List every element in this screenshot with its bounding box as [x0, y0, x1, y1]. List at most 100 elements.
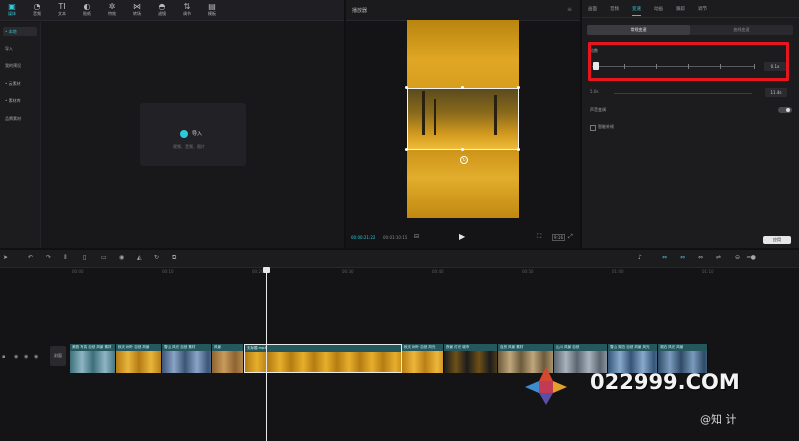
- timeline-clip[interactable]: 夜景 灯光 城市: [444, 344, 498, 373]
- timeline-clip[interactable]: 风景: [212, 344, 244, 373]
- track-eye-icon[interactable]: ◉: [24, 354, 28, 360]
- side-nav-item[interactable]: 品牌素材: [3, 114, 37, 123]
- tab-normal-speed[interactable]: 常规变速: [587, 25, 690, 35]
- tab-property-5[interactable]: 调节: [698, 6, 707, 12]
- rotate-icon[interactable]: ↻: [460, 156, 468, 164]
- tab-property-2[interactable]: 变速: [632, 6, 641, 16]
- logo-shard: [539, 381, 553, 393]
- tab-property-1[interactable]: 音频: [610, 6, 619, 12]
- rotate-clip-icon[interactable]: ↻: [154, 254, 159, 261]
- video-preview[interactable]: ↻: [405, 20, 520, 218]
- delete-icon[interactable]: ▯: [83, 254, 86, 261]
- clip-name: 夜景 灯光 城市: [446, 345, 470, 349]
- highlight-annotation: [588, 42, 789, 81]
- select-icon[interactable]: ➤: [3, 254, 8, 261]
- side-nav-item[interactable]: 我的预设: [3, 61, 37, 70]
- side-nav-item[interactable]: • 本地: [3, 27, 37, 36]
- clip-name: 自然 风景 素材: [500, 345, 524, 349]
- apply-button[interactable]: 应用: [763, 236, 791, 244]
- aspect-ratio[interactable]: 9:16: [552, 234, 565, 241]
- undo-icon[interactable]: ↶: [28, 254, 33, 261]
- tree-trunk: [422, 91, 425, 135]
- tab-property-3[interactable]: 动画: [654, 6, 663, 12]
- timeline-clip[interactable]: 秋天 树叶 自然 风光: [402, 344, 444, 373]
- duration-value-input[interactable]: 11.4s: [765, 88, 787, 97]
- smooth-frame-checkbox[interactable]: [590, 125, 596, 131]
- transition-icon: ⋈: [133, 2, 141, 11]
- resize-handle[interactable]: [517, 148, 520, 151]
- watermark-logo: [525, 367, 567, 405]
- resize-handle[interactable]: [405, 148, 408, 151]
- toolbar-tab-2[interactable]: TI 文本: [51, 2, 73, 19]
- side-nav-item[interactable]: 导入: [3, 44, 37, 53]
- properties-panel: 画面 音频 变速 动画 跟踪 调节 常规变速 曲线变速 倍数 0.1x 5.0s 11.4…: [582, 0, 799, 248]
- import-card[interactable]: 导入 视频、音频、图片: [140, 103, 246, 166]
- timeline-clip[interactable]: 美丽 写真 自然 风景 素材: [70, 344, 116, 373]
- media-icon: ▣: [8, 2, 16, 11]
- zoom-out-icon[interactable]: ⊖: [735, 254, 740, 261]
- time-ruler[interactable]: 00:00 00:10 00:20 00:30 00:40 00:50 01:00 01:10: [0, 267, 799, 279]
- playhead[interactable]: [266, 267, 267, 441]
- tab-property-4[interactable]: 跟踪: [676, 6, 685, 12]
- crop-clip-icon[interactable]: ⧉: [172, 254, 176, 262]
- microphone-icon[interactable]: ♪: [638, 254, 642, 261]
- playhead-handle[interactable]: [263, 267, 270, 273]
- pitch-toggle[interactable]: [778, 107, 792, 113]
- sticker-icon: ◐: [83, 2, 91, 11]
- resize-handle[interactable]: [517, 86, 520, 89]
- timeline-clip[interactable]: 雪山 湖泊 自然 风景 风光: [608, 344, 658, 373]
- clip-thumbnails: [70, 351, 115, 373]
- resize-handle[interactable]: [405, 86, 408, 89]
- toolbar-tab-3[interactable]: ◐ 贴纸: [76, 2, 98, 19]
- ratio-lock-icon[interactable]: ⊟: [414, 233, 419, 240]
- crop-icon[interactable]: ⛶: [537, 233, 541, 241]
- redo-icon[interactable]: ↷: [46, 254, 51, 261]
- toolbar-tab-4[interactable]: ✲ 特效: [101, 2, 123, 19]
- timeline-clip[interactable]: 湖泊 风光 风景: [658, 344, 708, 373]
- resize-handle[interactable]: [461, 148, 464, 151]
- side-nav-item[interactable]: • 云素材: [3, 79, 37, 88]
- align-icon[interactable]: ⇌: [716, 254, 721, 261]
- clip-label-bar: 无标题.mp4: [245, 345, 401, 352]
- clip-name: 风景: [214, 345, 221, 349]
- duration-slider[interactable]: [614, 93, 752, 94]
- video-inset-frame[interactable]: [407, 88, 519, 150]
- clip-name: 山川 风景 自然: [556, 345, 580, 349]
- tab-curve-speed[interactable]: 曲线变速: [690, 25, 793, 35]
- cover-button[interactable]: 封面: [50, 346, 66, 366]
- track-lock-icon[interactable]: ▪: [2, 354, 5, 360]
- resize-handle[interactable]: [461, 86, 464, 89]
- toolbar-tab-label: 特效: [108, 11, 116, 16]
- tree-trunk: [434, 99, 436, 135]
- zoom-slider-icon[interactable]: ━●: [747, 254, 756, 261]
- toolbar-tab-6[interactable]: ◓ 滤镜: [151, 2, 173, 19]
- text-icon: TI: [58, 2, 66, 11]
- track-mute-icon[interactable]: ◉: [34, 354, 38, 360]
- freeze-icon[interactable]: ▭: [101, 254, 107, 261]
- fullscreen-icon[interactable]: ⤢: [568, 233, 573, 241]
- link-icon[interactable]: ⇔: [662, 254, 667, 261]
- split-icon[interactable]: ⫴: [64, 254, 67, 262]
- toolbar-tab-8[interactable]: ▤ 模板: [201, 2, 223, 19]
- property-tabs: 画面 音频 变速 动画 跟踪 调节: [582, 0, 799, 18]
- toolbar-tab-0[interactable]: ▣ 媒体: [1, 2, 23, 19]
- timeline-clip[interactable]: 秋天 树叶 自然 风景: [116, 344, 162, 373]
- timeline-clip[interactable]: 雪山 风光 自然 素材: [162, 344, 212, 373]
- mirror-icon[interactable]: ◭: [137, 254, 142, 261]
- clip-thumbnails: [162, 351, 211, 373]
- side-nav-item[interactable]: • 素材库: [3, 96, 37, 105]
- toolbar-tab-7[interactable]: ⇅ 调节: [176, 2, 198, 19]
- tab-property-0[interactable]: 画面: [588, 6, 597, 12]
- play-icon[interactable]: ▶: [459, 232, 465, 241]
- clip-label-bar: 美丽 写真 自然 风景 素材: [70, 344, 115, 351]
- menu-icon[interactable]: ≡: [567, 6, 572, 13]
- timeline-clip[interactable]: 无标题.mp4: [244, 344, 402, 373]
- clip-thumbnails: [444, 351, 497, 373]
- toolbar-tab-1[interactable]: ◔ 音频: [26, 2, 48, 19]
- reverse-icon[interactable]: ◉: [119, 254, 124, 261]
- toolbar-tab-5[interactable]: ⋈ 转场: [126, 2, 148, 19]
- preview-axis-icon[interactable]: ⇔: [698, 254, 703, 261]
- snap-icon[interactable]: ⇔: [680, 254, 685, 261]
- clip-name: 秋天 树叶 自然 风景: [118, 345, 150, 349]
- track-visible-icon[interactable]: ◉: [14, 354, 18, 360]
